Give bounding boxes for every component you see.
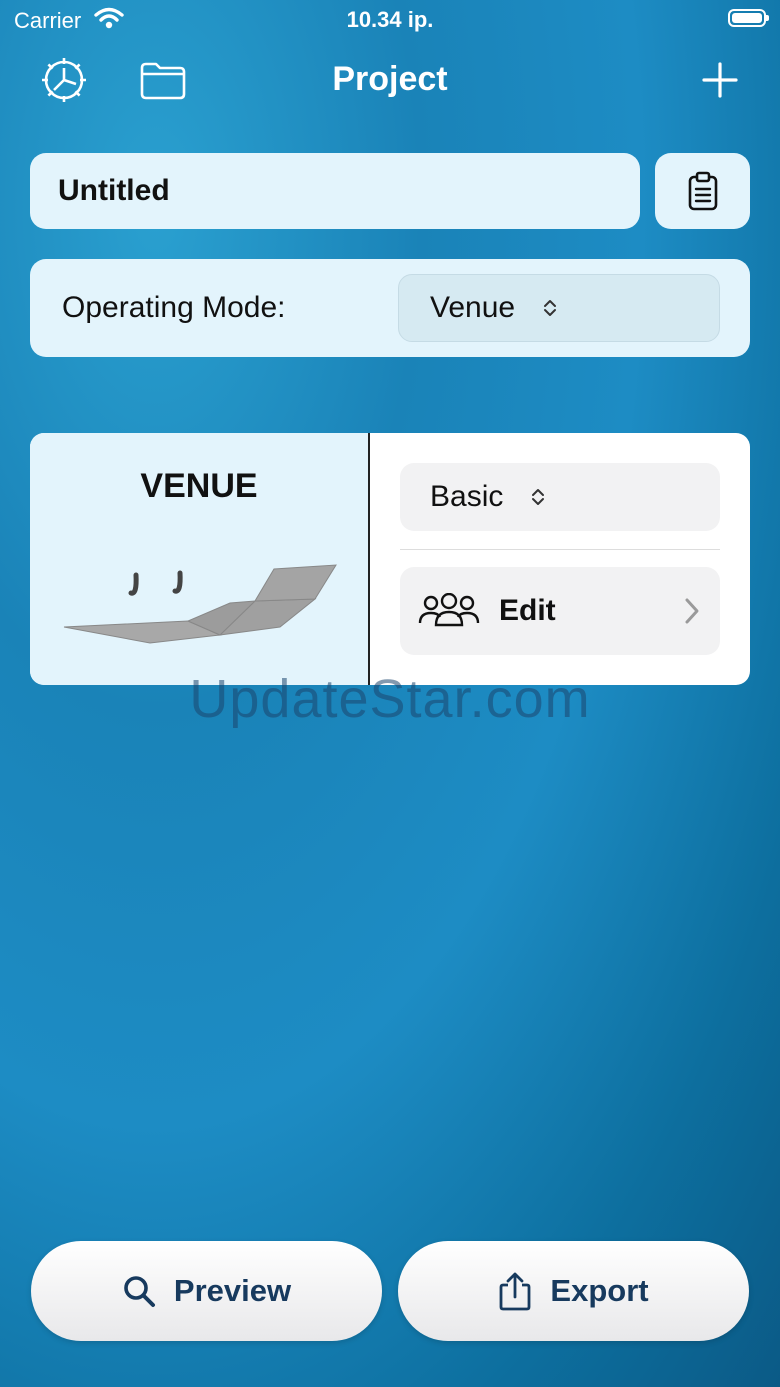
operating-mode-card: Operating Mode: Venue	[30, 259, 750, 357]
clipboard-icon	[688, 171, 717, 211]
venue-edit-row[interactable]: Edit	[400, 567, 720, 655]
chevron-up-down-icon	[544, 300, 556, 316]
preview-button[interactable]: Preview	[31, 1241, 382, 1341]
preview-label: Preview	[173, 1273, 292, 1308]
export-label: Export	[550, 1273, 649, 1308]
plus-icon[interactable]	[700, 56, 740, 109]
venue-card: VENUE Basic Edit	[30, 433, 750, 685]
operating-mode-label: Operating Mode:	[62, 291, 286, 324]
venue-divider	[368, 433, 370, 685]
project-name-field[interactable]: Untitled	[30, 153, 640, 229]
operating-mode-select[interactable]: Venue	[398, 274, 720, 342]
venue-edit-label: Edit	[499, 594, 556, 627]
venue-preset-select[interactable]: Basic	[400, 463, 720, 531]
status-bar: Carrier 10.34 ip.	[0, 0, 780, 40]
divider	[400, 549, 720, 550]
search-icon	[124, 1276, 155, 1307]
venue-preset-value: Basic	[430, 480, 504, 513]
share-icon	[500, 1272, 531, 1311]
venue-preview[interactable]: VENUE	[30, 433, 368, 685]
watermark: UpdateStar.com	[189, 669, 591, 729]
export-button[interactable]: Export	[398, 1241, 749, 1341]
venue-drawing	[63, 564, 337, 644]
chevron-right-icon	[685, 598, 699, 624]
navigation-bar: Project	[0, 52, 780, 108]
page-title: Project	[332, 60, 448, 98]
battery-icon	[728, 9, 769, 27]
status-time: 10.34 ip.	[346, 7, 434, 32]
operating-mode-value: Venue	[430, 291, 516, 324]
venue-title: VENUE	[140, 467, 258, 505]
chevron-up-down-icon	[532, 489, 544, 505]
people-icon	[418, 593, 480, 627]
clipboard-button[interactable]	[655, 153, 750, 229]
